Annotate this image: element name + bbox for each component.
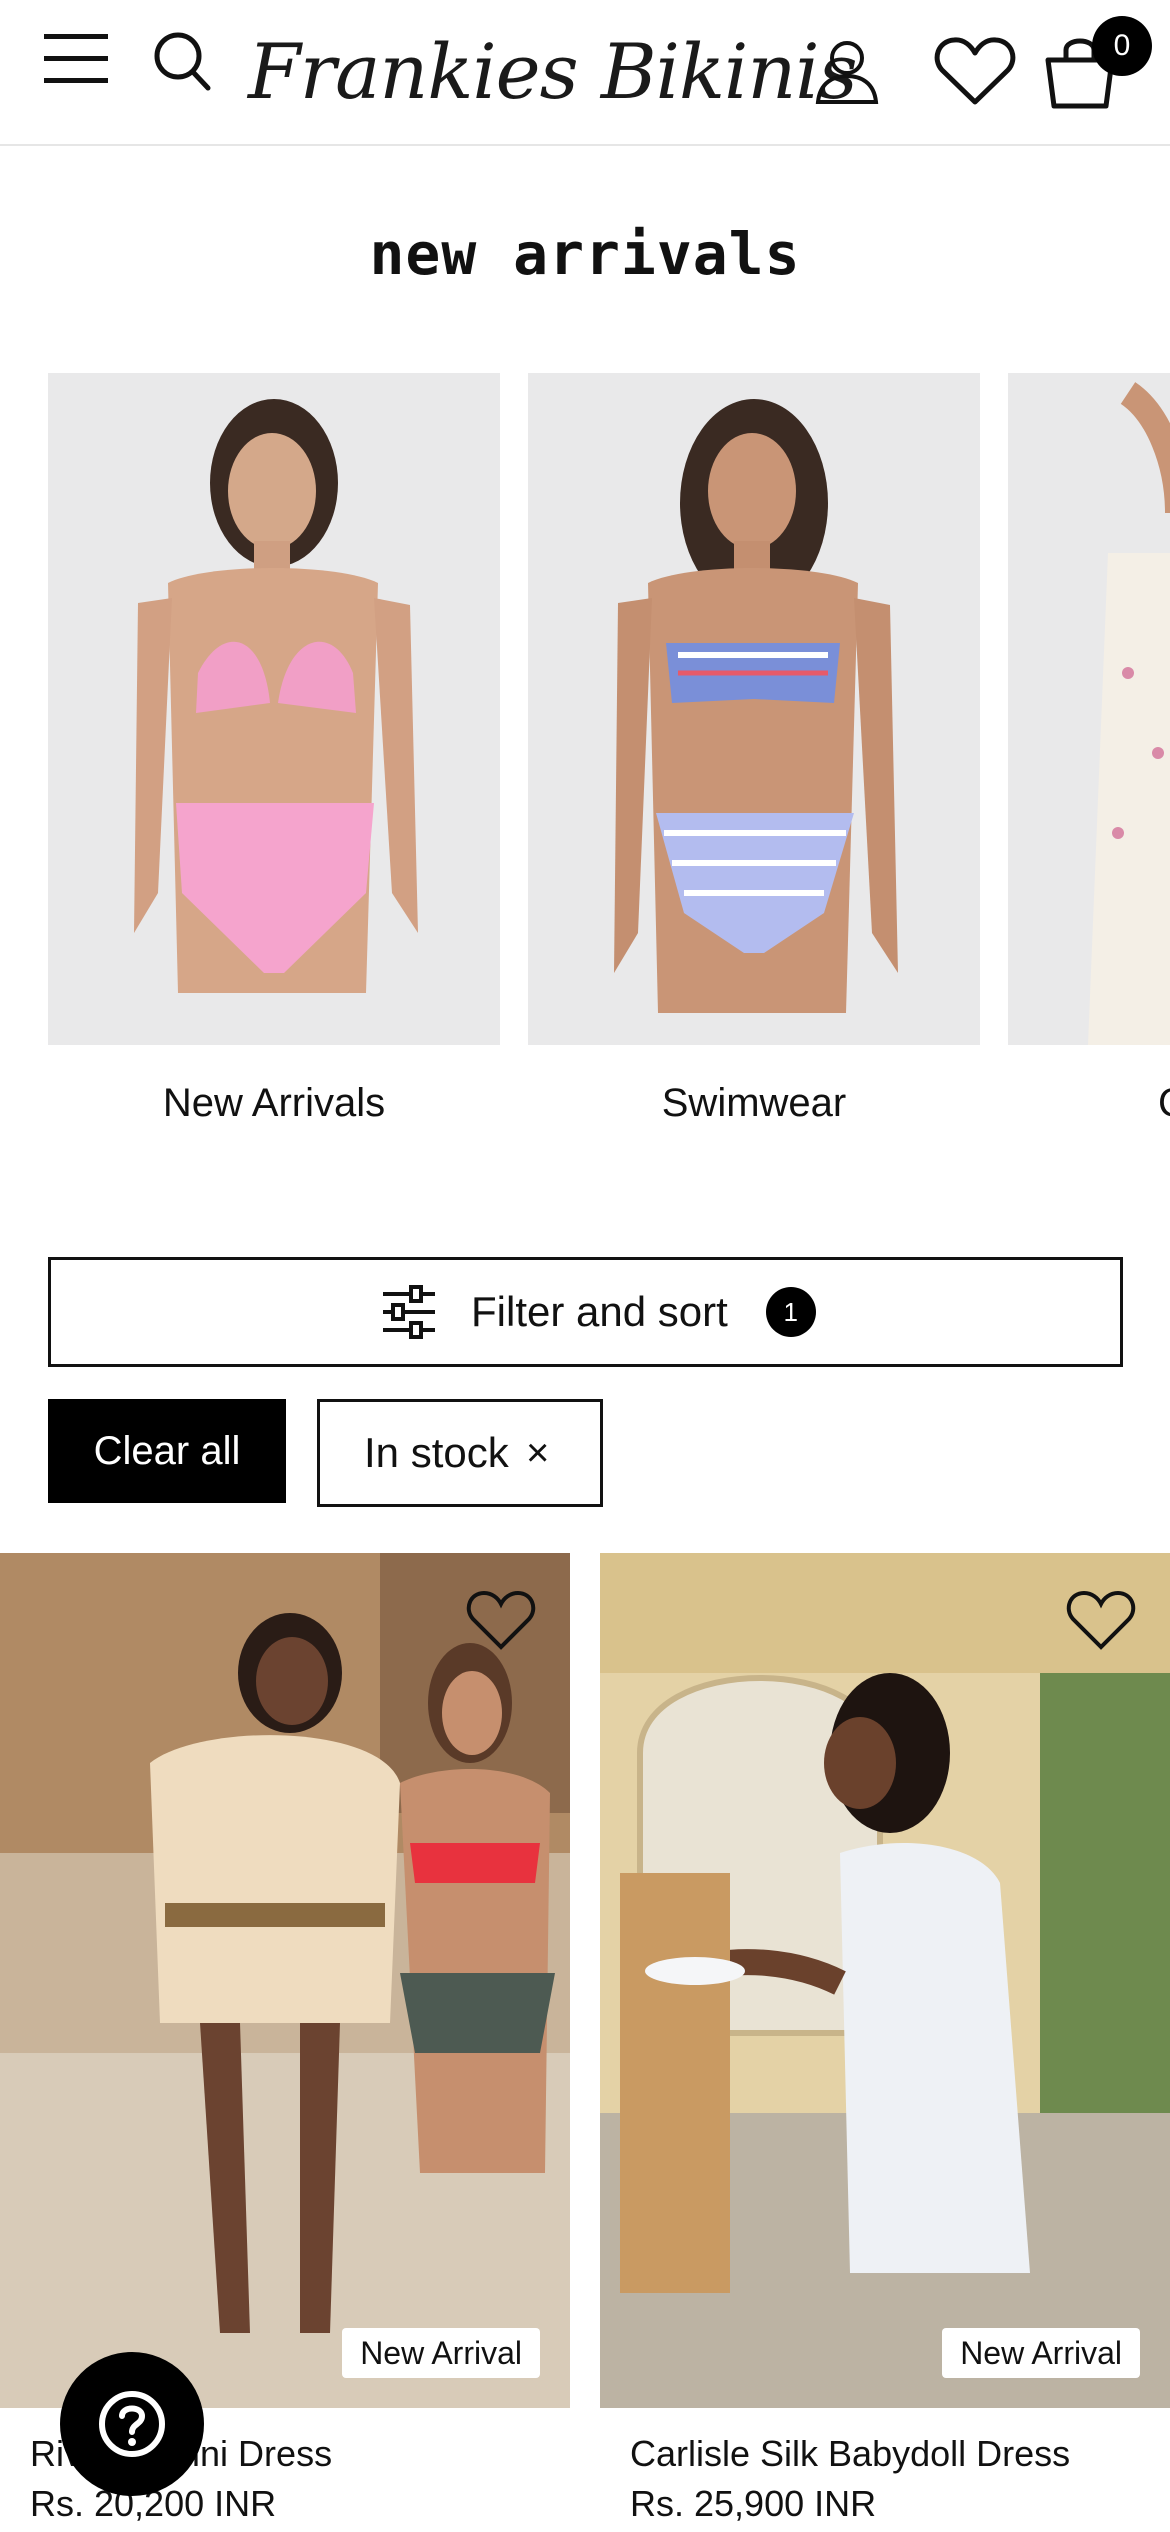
clear-all-button[interactable]: Clear all <box>48 1399 286 1503</box>
site-header: Frankies Bikinis 0 <box>0 0 1170 146</box>
filter-count-badge: 1 <box>765 1287 816 1337</box>
category-label[interactable]: Swimwear <box>528 1081 980 1126</box>
sliders-icon <box>383 1285 435 1339</box>
category-carousel[interactable]: New Arrivals Swimwear <box>0 373 1170 1153</box>
account-icon[interactable] <box>812 36 882 106</box>
category-image[interactable] <box>48 373 500 1045</box>
help-chat-button[interactable] <box>60 2352 204 2496</box>
search-icon[interactable] <box>152 30 212 92</box>
product-name[interactable]: Carlisle Silk Babydoll Dress <box>630 2433 1070 2475</box>
category-card-swimwear[interactable]: Swimwear <box>528 373 980 1126</box>
cart-count-badge[interactable]: 0 <box>1092 16 1152 76</box>
product-price: Rs. 25,900 INR <box>630 2483 877 2524</box>
menu-icon[interactable] <box>44 30 108 86</box>
category-label[interactable]: C <box>1008 1081 1170 1126</box>
product-image[interactable]: New Arrival <box>600 1553 1170 2408</box>
wishlist-heart-icon[interactable] <box>466 1589 536 1651</box>
product-card[interactable]: New Arrival Carlisle Silk Babydoll Dress… <box>600 1553 1170 2524</box>
category-card-new-arrivals[interactable]: New Arrivals <box>48 373 500 1126</box>
category-image[interactable] <box>528 373 980 1045</box>
wishlist-heart-icon[interactable] <box>1066 1589 1136 1651</box>
new-arrival-badge: New Arrival <box>342 2328 540 2378</box>
new-arrival-badge: New Arrival <box>942 2328 1140 2378</box>
filter-label: Filter and sort <box>471 1288 728 1335</box>
chip-label: In stock <box>364 1429 509 1476</box>
page-title: new arrivals <box>369 220 801 288</box>
category-image[interactable] <box>1008 373 1170 1045</box>
help-question-icon <box>99 2391 165 2457</box>
filter-chip-in-stock[interactable]: In stock × <box>317 1399 603 1507</box>
close-icon[interactable]: × <box>526 1402 549 1504</box>
brand-logo[interactable]: Frankies Bikinis <box>248 12 858 132</box>
category-card-partial[interactable]: C <box>1008 373 1170 1126</box>
category-label[interactable]: New Arrivals <box>48 1081 500 1126</box>
product-image[interactable]: New Arrival <box>0 1553 570 2408</box>
product-card[interactable]: New Arrival Riv tton Mini Dress Rs. 20,2… <box>0 1553 570 2524</box>
filter-and-sort-button[interactable]: Filter and sort 1 <box>48 1257 1123 1367</box>
heart-icon[interactable] <box>934 36 1016 106</box>
